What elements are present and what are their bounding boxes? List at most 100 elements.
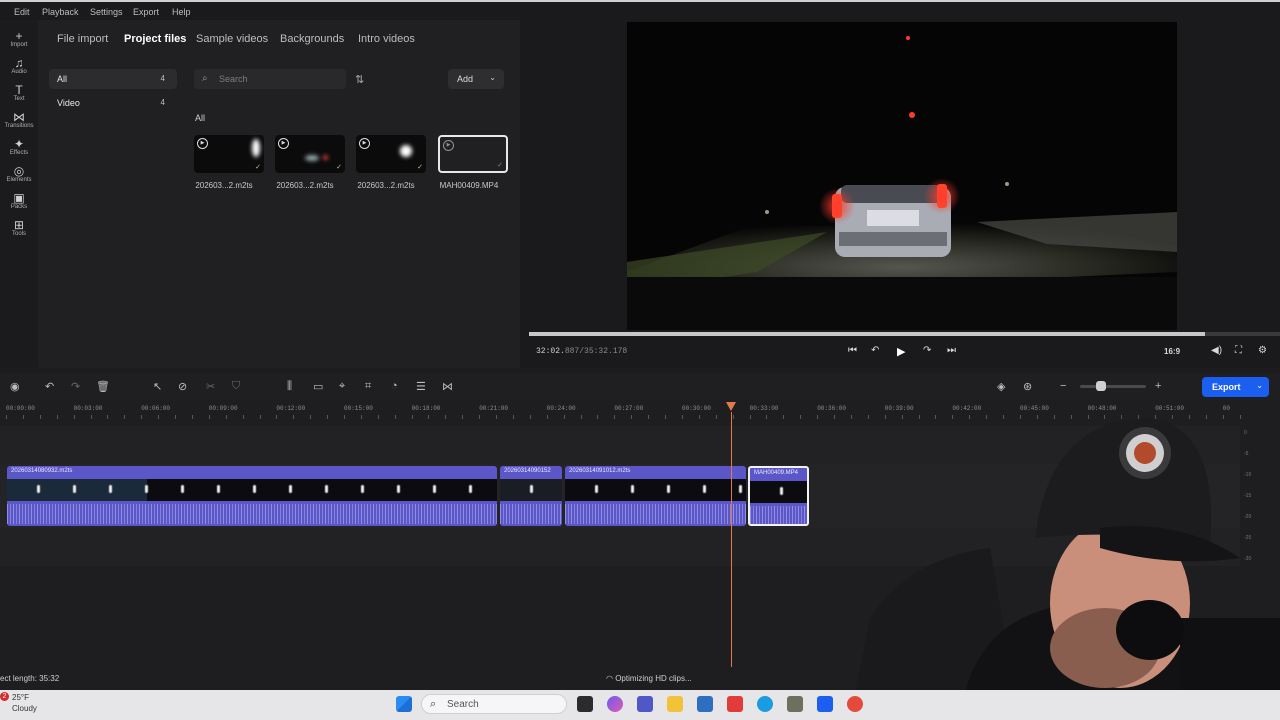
task-view-icon[interactable] <box>577 696 593 712</box>
timeline-clip[interactable]: 20260314091012.m2ts <box>565 466 746 526</box>
ruler-tick <box>243 415 244 419</box>
play-button[interactable]: ▶ <box>897 345 905 358</box>
tab-backgrounds[interactable]: Backgrounds <box>280 33 344 45</box>
snap-icon[interactable]: ⊛ <box>1023 380 1032 393</box>
rail-text[interactable]: T Text <box>0 84 38 103</box>
zoom-in-icon[interactable]: + <box>1155 380 1161 392</box>
ruler-tick <box>919 415 920 419</box>
fullscreen-icon[interactable]: ⛶ <box>1235 345 1242 356</box>
playhead[interactable] <box>731 412 732 667</box>
menu-edit[interactable]: Edit <box>14 7 30 17</box>
filmstrip-light <box>253 485 256 493</box>
redo-icon[interactable]: ↷ <box>71 380 80 393</box>
clip-waveform <box>7 504 497 524</box>
rail-packs[interactable]: ▣ Packs <box>0 192 38 211</box>
copilot-icon[interactable] <box>607 696 623 712</box>
taskbar-search[interactable]: ⌕ Search <box>421 694 567 714</box>
timeline-clip[interactable]: 20260314080932.m2ts <box>7 466 497 526</box>
media-thumb-3[interactable]: ▶ ✓ <box>356 135 426 173</box>
forward-icon[interactable]: ↷ <box>923 345 931 356</box>
weather-badge: 2 <box>0 692 9 701</box>
ruler-tick <box>783 415 784 419</box>
timecode-rest: 887/35:32.178 <box>564 347 628 356</box>
caption-icon[interactable]: ▭ <box>313 380 323 393</box>
ruler-tick <box>597 415 598 419</box>
sort-icon[interactable]: ⇅ <box>355 73 364 86</box>
rewind-icon[interactable]: ↶ <box>871 345 879 356</box>
delete-icon[interactable]: 🗑 <box>96 380 110 393</box>
speed-icon[interactable]: ◔ <box>391 380 398 392</box>
file-explorer-icon[interactable] <box>667 696 683 712</box>
ruler-tick <box>445 415 446 419</box>
category-video[interactable]: Video 4 <box>49 93 177 113</box>
undo-icon[interactable]: ↶ <box>45 380 54 393</box>
rail-import[interactable]: + Import <box>0 30 38 49</box>
crop-icon[interactable]: ⌗ <box>365 380 371 393</box>
split-icon[interactable]: ⫼ <box>287 380 292 393</box>
ruler-label: 00:24:00 <box>546 405 576 412</box>
volume-icon[interactable]: ◀) <box>1211 345 1222 356</box>
weather-temp[interactable]: 25°F <box>12 693 29 702</box>
video-preview[interactable] <box>627 22 1177 330</box>
app-icon[interactable] <box>787 696 803 712</box>
rail-effects[interactable]: ✦ Effects <box>0 138 38 157</box>
timeline-clip[interactable]: 20260314090152 <box>500 466 562 526</box>
gear-icon[interactable]: ⚙ <box>1258 345 1267 356</box>
ruler-tick <box>496 415 497 419</box>
tab-intro-videos[interactable]: Intro videos <box>358 33 415 45</box>
tab-file-import[interactable]: File import <box>57 33 108 45</box>
weather-desc[interactable]: Cloudy <box>12 704 37 713</box>
magic-icon[interactable]: ⌖ <box>339 380 345 393</box>
teams-icon[interactable] <box>637 696 653 712</box>
tab-sample-videos[interactable]: Sample videos <box>196 33 268 45</box>
media-thumb-1[interactable]: ▶ ✓ <box>194 135 264 173</box>
ruler-tick <box>1189 415 1190 419</box>
skip-back-icon[interactable]: ⏮ <box>848 345 857 356</box>
category-all[interactable]: All 4 <box>49 69 177 89</box>
zoom-slider[interactable] <box>1080 385 1146 388</box>
rail-label: Packs <box>10 204 28 210</box>
cut-icon[interactable]: ✂ <box>206 380 215 393</box>
disable-icon[interactable]: ⊘ <box>178 380 187 393</box>
transition-icon[interactable]: ⋈ <box>442 380 453 393</box>
record-icon[interactable]: ◉ <box>10 380 20 393</box>
rail-transitions[interactable]: ⋈ Transitions <box>0 111 38 130</box>
rail-label: Audio <box>11 69 27 75</box>
clip-filmstrip <box>7 479 497 501</box>
adjust-icon[interactable]: ☰ <box>416 380 426 393</box>
audio-split-icon[interactable]: ◈ <box>997 380 1005 393</box>
aspect-ratio[interactable]: 16:9 <box>1164 347 1180 356</box>
ruler-tick <box>175 415 176 419</box>
timeline-clip-selected[interactable]: MAH00409.MP4 <box>748 466 809 526</box>
media-search-input[interactable]: ⌕ Search <box>194 69 346 89</box>
select-tool-icon[interactable]: ↖ <box>153 380 162 393</box>
menu-help[interactable]: Help <box>172 7 191 17</box>
media-thumb-2[interactable]: ▶ ✓ <box>275 135 345 173</box>
ruler-tick <box>192 415 193 419</box>
shield-icon[interactable]: ⛉ <box>232 380 240 393</box>
store-icon[interactable] <box>697 696 713 712</box>
app-icon[interactable] <box>727 696 743 712</box>
edge-icon[interactable] <box>757 696 773 712</box>
menu-settings[interactable]: Settings <box>90 7 123 17</box>
video-editor-icon[interactable] <box>817 696 833 712</box>
chevron-down-icon[interactable]: ⌄ <box>1256 381 1263 390</box>
rail-elements[interactable]: ◎ Elements <box>0 165 38 184</box>
app-icon[interactable] <box>847 696 863 712</box>
media-thumb-4[interactable]: ▶ ✓ <box>438 135 508 173</box>
playhead-handle[interactable] <box>726 402 736 411</box>
tab-project-files[interactable]: Project files <box>124 33 186 45</box>
meter-label: 0 <box>1244 430 1247 436</box>
rail-audio[interactable]: ♫ Audio <box>0 57 38 76</box>
skip-forward-icon[interactable]: ⏭ <box>947 345 956 356</box>
windows-start-icon[interactable] <box>396 696 412 712</box>
rail-tools[interactable]: ⊞ Tools <box>0 219 38 238</box>
zoom-out-icon[interactable]: − <box>1060 380 1066 392</box>
menu-playback[interactable]: Playback <box>42 7 79 17</box>
export-button[interactable]: Export ⌄ <box>1202 377 1269 397</box>
zoom-slider-handle[interactable] <box>1096 381 1106 391</box>
add-button[interactable]: Add ⌄ <box>448 69 504 89</box>
menu-export[interactable]: Export <box>133 7 159 17</box>
chevron-down-icon[interactable]: ⌄ <box>489 73 496 82</box>
ruler-label: 00:12:00 <box>276 405 306 412</box>
